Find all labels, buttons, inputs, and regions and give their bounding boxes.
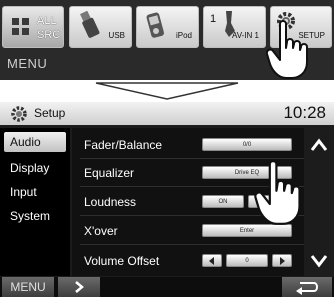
loudness-on-button[interactable]: ON xyxy=(202,195,244,208)
hand-pointer-icon xyxy=(254,160,301,225)
ipod-label: iPod xyxy=(175,31,192,40)
chevron-up-icon[interactable] xyxy=(308,136,330,154)
grid-icon xyxy=(12,18,30,36)
arrow-right-icon xyxy=(280,257,285,265)
footer-bar: MENU xyxy=(0,277,334,297)
volume-offset-increase-button[interactable] xyxy=(272,254,292,267)
header-bar: Setup 10:28 xyxy=(0,102,334,125)
chevron-down-icon[interactable] xyxy=(308,252,330,270)
ipod-button[interactable]: iPod xyxy=(136,6,199,48)
all-sources-button[interactable]: ALL SRC xyxy=(2,6,64,48)
next-button[interactable] xyxy=(58,277,100,297)
volume-offset-decrease-button[interactable] xyxy=(202,254,222,267)
sidebar-item-input[interactable]: Input xyxy=(4,182,66,202)
sidebar-item-display[interactable]: Display xyxy=(4,158,66,178)
gear-icon xyxy=(11,106,27,122)
down-arrow-indicator xyxy=(95,82,239,100)
sidebar-item-audio[interactable]: Audio xyxy=(4,132,66,152)
back-button[interactable] xyxy=(282,277,332,297)
clock: 10:28 xyxy=(283,103,326,122)
row-label-loudness: Loudness xyxy=(84,195,137,209)
back-return-icon xyxy=(296,282,318,295)
usb-button[interactable]: USB xyxy=(69,6,132,48)
ipod-icon xyxy=(146,12,164,38)
usb-icon xyxy=(80,11,100,38)
setup-sidebar: Audio Display Input System xyxy=(0,128,70,276)
av-in-button[interactable]: 1 AV-IN 1 xyxy=(203,6,266,48)
fader-balance-button[interactable]: 0/0 xyxy=(202,138,292,151)
av-in-label: AV-IN 1 xyxy=(232,31,259,40)
hand-pointer-icon xyxy=(266,20,308,79)
all-sources-label-line2: SRC xyxy=(37,29,61,41)
sidebar-item-system[interactable]: System xyxy=(4,206,66,226)
divider xyxy=(80,158,304,159)
row-label-xover: X'over xyxy=(84,224,118,238)
source-select-screen: ALL SRC USB iPod 1 AV-IN 1 SETUP MENU xyxy=(0,0,334,80)
arrow-left-icon xyxy=(209,257,214,265)
row-label-volume-offset: Volume Offset xyxy=(84,254,160,268)
page-title: Setup xyxy=(34,106,66,120)
menu-button[interactable]: MENU xyxy=(2,277,54,297)
menu-label[interactable]: MENU xyxy=(7,56,47,71)
usb-label: USB xyxy=(108,31,125,40)
chevron-right-icon xyxy=(75,281,84,293)
row-label-equalizer: Equalizer xyxy=(84,166,135,180)
divider xyxy=(80,244,304,245)
row-label-fader-balance: Fader/Balance xyxy=(84,138,163,152)
av-in-number: 1 xyxy=(210,13,217,25)
volume-offset-value: 0 xyxy=(226,254,268,267)
all-sources-label-line1: ALL xyxy=(37,15,57,27)
setup-screen: Setup 10:28 Audio Display Input System F… xyxy=(0,102,334,297)
